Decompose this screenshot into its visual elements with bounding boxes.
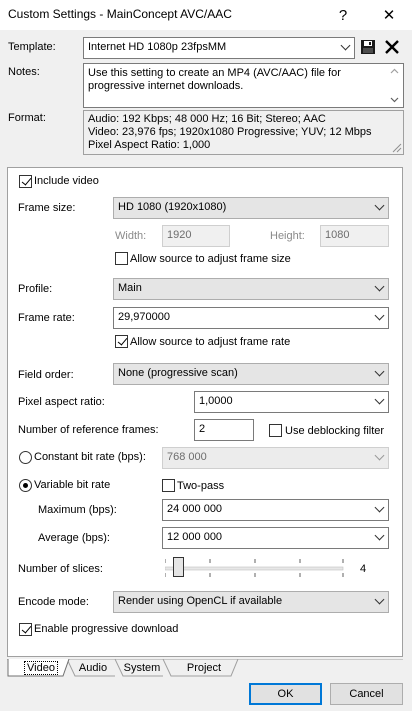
field-order-dropdown[interactable]: None (progressive scan)	[113, 363, 389, 385]
frame-size-label: Frame size:	[18, 202, 76, 214]
ref-frames-input[interactable]: 2	[194, 419, 254, 441]
allow-frame-size-checkbox[interactable]	[115, 252, 128, 265]
close-button[interactable]: ✕	[366, 0, 412, 30]
deblocking-label: Use deblocking filter	[285, 425, 385, 437]
average-combobox[interactable]: 12 000 000	[162, 527, 389, 549]
cbr-combobox[interactable]: 768 000	[162, 447, 389, 469]
tab-system[interactable]: System	[117, 659, 167, 677]
floppy-disk-icon[interactable]	[360, 39, 376, 55]
allow-frame-rate-label: Allow source to adjust frame rate	[130, 336, 291, 348]
frame-rate-combobox[interactable]: 29,970000	[113, 307, 389, 329]
cbr-radio[interactable]	[19, 451, 32, 464]
slices-slider[interactable]	[164, 556, 345, 580]
include-video-checkbox[interactable]	[19, 175, 32, 188]
tab-audio[interactable]: Audio	[69, 659, 117, 677]
ref-frames-label: Number of reference frames:	[18, 424, 159, 436]
chevron-down-icon	[374, 450, 385, 461]
notes-textarea[interactable]: Use this setting to create an MP4 (AVC/A…	[83, 63, 404, 108]
pixel-aspect-combobox[interactable]: 1,0000	[194, 391, 389, 413]
two-pass-checkbox[interactable]	[162, 479, 175, 492]
cbr-value: 768 000	[167, 451, 207, 463]
progressive-download-checkbox[interactable]	[19, 623, 32, 636]
maximum-value: 24 000 000	[167, 503, 223, 515]
ok-button[interactable]: OK	[249, 683, 322, 705]
x-delete-icon[interactable]	[384, 39, 400, 55]
progressive-download-label: Enable progressive download	[34, 623, 179, 635]
width-input[interactable]: 1920	[162, 225, 230, 247]
vbr-label: Variable bit rate	[34, 479, 111, 491]
frame-rate-value: 29,970000	[118, 311, 170, 323]
chevron-down-icon	[374, 281, 385, 292]
width-label: Width:	[115, 230, 147, 242]
frame-rate-label: Frame rate:	[18, 312, 75, 324]
cbr-label: Constant bit rate (bps):	[34, 451, 146, 463]
frame-size-dropdown[interactable]: HD 1080 (1920x1080)	[113, 197, 389, 219]
chevron-down-icon	[374, 502, 385, 513]
include-video-label: Include video	[34, 175, 99, 187]
field-order-value: None (progressive scan)	[118, 367, 238, 379]
notes-scrollbar[interactable]	[386, 64, 403, 107]
notes-label: Notes:	[8, 66, 40, 78]
maximum-label: Maximum (bps):	[38, 504, 117, 516]
chevron-down-icon	[374, 310, 385, 321]
tab-strip: Video Audio System Project	[7, 659, 403, 677]
tab-project[interactable]: Project	[175, 659, 233, 677]
average-label: Average (bps):	[38, 532, 110, 544]
average-value: 12 000 000	[167, 531, 223, 543]
tab-video[interactable]: Video	[17, 659, 65, 677]
allow-frame-rate-checkbox[interactable]	[115, 335, 128, 348]
resize-grip-icon	[392, 143, 402, 153]
pixel-aspect-value: 1,0000	[199, 395, 233, 407]
maximum-combobox[interactable]: 24 000 000	[162, 499, 389, 521]
slider-thumb[interactable]	[173, 557, 184, 577]
encode-mode-dropdown[interactable]: Render using OpenCL if available	[113, 591, 389, 613]
help-icon: ?	[338, 6, 348, 24]
slices-label: Number of slices:	[18, 563, 103, 575]
height-label: Height:	[270, 230, 305, 242]
allow-frame-size-label: Allow source to adjust frame size	[130, 253, 291, 265]
slices-value: 4	[360, 563, 367, 575]
cancel-button[interactable]: Cancel	[330, 683, 403, 705]
vbr-radio[interactable]	[19, 479, 32, 492]
profile-label: Profile:	[18, 283, 53, 295]
encode-mode-value: Render using OpenCL if available	[118, 595, 283, 607]
template-dropdown[interactable]: Internet HD 1080p 23fpsMM	[83, 37, 355, 59]
notes-text: Use this setting to create an MP4 (AVC/A…	[88, 67, 341, 92]
chevron-down-icon	[374, 394, 385, 405]
window-title: Custom Settings - MainConcept AVC/AAC	[8, 7, 232, 21]
chevron-down-icon	[374, 366, 385, 377]
format-line: Video: 23,976 fps; 1920x1080 Progressive…	[88, 126, 372, 138]
field-order-label: Field order:	[18, 369, 74, 381]
chevron-down-icon	[340, 40, 351, 51]
template-label: Template:	[8, 41, 56, 53]
encode-mode-label: Encode mode:	[18, 596, 89, 608]
two-pass-label: Two-pass	[177, 480, 225, 492]
format-line: Pixel Aspect Ratio: 1,000	[88, 139, 211, 151]
pixel-aspect-label: Pixel aspect ratio:	[18, 396, 105, 408]
format-label: Format:	[8, 112, 46, 124]
profile-value: Main	[118, 282, 142, 294]
profile-dropdown[interactable]: Main	[113, 278, 389, 300]
template-value: Internet HD 1080p 23fpsMM	[88, 41, 227, 53]
chevron-down-icon	[374, 530, 385, 541]
chevron-down-icon	[374, 594, 385, 605]
frame-size-value: HD 1080 (1920x1080)	[118, 201, 227, 213]
help-button[interactable]: ?	[320, 0, 366, 30]
format-line: Audio: 192 Kbps; 48 000 Hz; 16 Bit; Ster…	[88, 113, 326, 125]
chevron-down-icon	[374, 200, 385, 211]
height-input[interactable]: 1080	[320, 225, 389, 247]
format-readout: Audio: 192 Kbps; 48 000 Hz; 16 Bit; Ster…	[83, 110, 404, 155]
deblocking-checkbox[interactable]	[269, 424, 282, 437]
close-icon: ✕	[382, 7, 396, 24]
